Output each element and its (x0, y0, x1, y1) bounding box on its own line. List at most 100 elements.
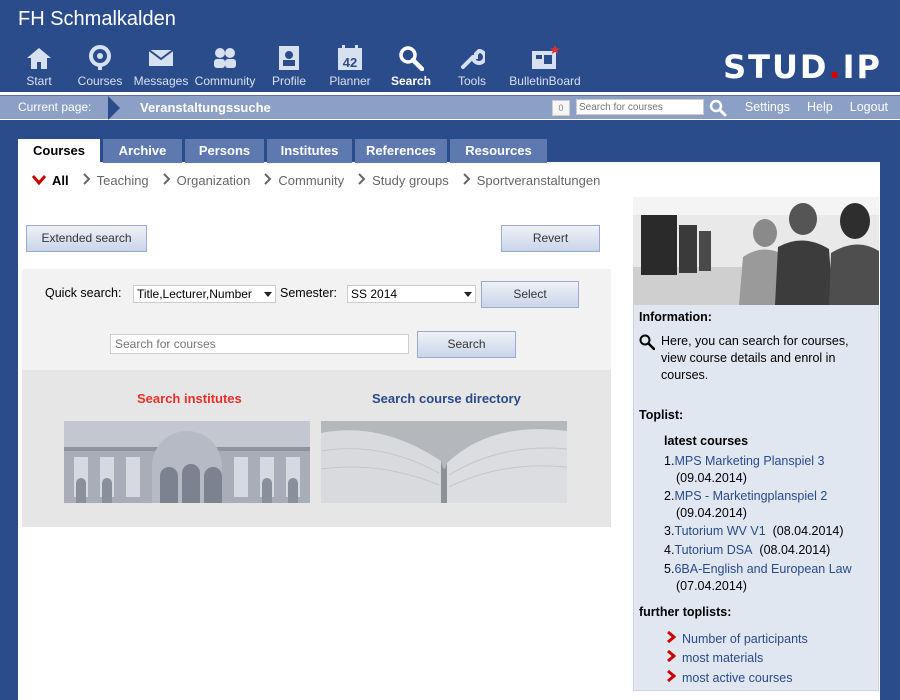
semester-label: Semester: (280, 286, 337, 300)
nav-tools[interactable]: Tools (443, 44, 501, 92)
semester-select[interactable]: SS 2014 (347, 285, 476, 303)
location-bar: Current page: Veranstaltungssuche 0 Sett… (0, 95, 900, 120)
toplist-active-link[interactable]: most active courses (682, 671, 792, 685)
nav-profile[interactable]: Profile (260, 44, 318, 92)
nav-planner-label: Planner (329, 74, 371, 88)
subnav-all[interactable]: All (31, 173, 69, 188)
settings-link[interactable]: Settings (745, 100, 790, 114)
subnav-organization[interactable]: Organization (162, 173, 251, 188)
semester-value: SS 2014 (351, 287, 398, 301)
calendar-icon: 42 (335, 44, 365, 72)
nav-tools-label: Tools (457, 74, 486, 88)
top-links: Settings Help Logout (728, 100, 888, 114)
subnav-organization-label: Organization (176, 173, 251, 188)
toplist-num: 3. (664, 524, 675, 538)
subnav-community[interactable]: Community (264, 173, 344, 188)
chevron-right-icon (358, 173, 366, 188)
magnifier-icon (639, 334, 655, 350)
nav-profile-label: Profile (271, 74, 306, 88)
nav-start[interactable]: Start (10, 44, 68, 92)
extended-search-button[interactable]: Extended search (26, 225, 147, 252)
toplist-course-link[interactable]: Tutorium DSA (674, 543, 752, 557)
nav-planner[interactable]: 42 Planner (321, 44, 379, 92)
tab-persons[interactable]: Persons (185, 139, 264, 163)
toplist-num: 4. (664, 543, 675, 557)
nav-messages[interactable]: Messages (132, 44, 190, 92)
course-search-input[interactable] (110, 334, 409, 354)
toplist-materials-link[interactable]: most materials (682, 651, 763, 665)
site-title: FH Schmalkalden (18, 8, 176, 30)
revert-button[interactable]: Revert (501, 225, 600, 252)
bulletin-icon (530, 44, 560, 72)
chevron-down-icon (31, 173, 47, 188)
search-institutes-link[interactable]: Search institutes (137, 391, 242, 406)
subnav-all-label: All (52, 173, 69, 188)
search-button[interactable]: Search (417, 331, 516, 358)
subnav-sport[interactable]: Sportveranstaltungen (463, 173, 601, 188)
search-icon (396, 44, 426, 72)
people-icon (210, 44, 240, 72)
nav-search[interactable]: Search (382, 44, 440, 92)
subnav-teaching[interactable]: Teaching (82, 173, 149, 188)
toplist-num: 5. (664, 562, 675, 576)
subnav-community-label: Community (278, 173, 345, 188)
breadcrumb-arrow (108, 96, 120, 120)
quick-search-select[interactable]: Title,Lecturer,Number (133, 285, 276, 303)
nav-messages-label: Messages (133, 74, 189, 88)
red-arrow-icon (667, 650, 676, 662)
students-computers-photo (633, 197, 879, 305)
search-directory-link[interactable]: Search course directory (372, 391, 521, 406)
course-directory-book-image[interactable] (321, 421, 567, 503)
toplist-date: (08.04.2014) (772, 524, 844, 538)
calendar-day: 42 (343, 55, 357, 70)
current-page-label: Current page: (18, 100, 92, 114)
toplist-title: Toplist: (639, 408, 684, 422)
profile-icon (274, 44, 304, 72)
wrench-icon (457, 44, 487, 72)
nav-bulletinboard[interactable]: BulletinBoard (504, 44, 586, 92)
quick-search-value: Title,Lecturer,Number (137, 287, 252, 301)
toplist-item: 3.Tutorium WV V1 (08.04.2014) (664, 523, 844, 540)
toplist-num: 1. (664, 454, 675, 468)
logout-link[interactable]: Logout (850, 100, 888, 114)
top-header: FH Schmalkalden Start Courses Messages C… (0, 0, 900, 92)
quicksearch-count: 0 (552, 100, 570, 116)
red-arrow-icon (667, 631, 676, 643)
courses-icon (85, 44, 115, 72)
toplist-participants-link[interactable]: Number of participants (682, 632, 808, 646)
toplist-course-link[interactable]: MPS - Marketingplanspiel 2 (674, 489, 827, 503)
help-link[interactable]: Help (807, 100, 833, 114)
nav-community[interactable]: Community (193, 44, 257, 92)
toplist-date: (07.04.2014) (676, 579, 747, 593)
information-title: Information: (639, 310, 712, 324)
tab-archive[interactable]: Archive (103, 139, 182, 163)
sub-navigation: All Teaching Organization Community Stud… (31, 173, 614, 188)
current-page-title: Veranstaltungssuche (140, 100, 271, 115)
studip-logo: STUD.IP (723, 48, 882, 86)
subnav-sport-label: Sportveranstaltungen (476, 173, 601, 188)
top-search-input[interactable] (576, 99, 704, 115)
tab-resources[interactable]: Resources (450, 139, 547, 163)
tab-references[interactable]: References (355, 139, 447, 163)
chevron-right-icon (264, 173, 272, 188)
toplist-course-link[interactable]: Tutorium WV V1 (674, 524, 765, 538)
tab-bar: Courses Archive Persons Institutes Refer… (18, 139, 550, 163)
chevron-right-icon (82, 173, 91, 188)
institutes-building-image[interactable] (64, 421, 310, 503)
tab-courses[interactable]: Courses (18, 139, 100, 163)
top-search-button[interactable] (709, 99, 727, 117)
main-nav: Start Courses Messages Community Profile (10, 44, 589, 92)
caret-down-icon (264, 292, 272, 297)
toplist-course-link[interactable]: 6BA-English and European Law (674, 562, 851, 576)
tab-institutes[interactable]: Institutes (267, 139, 352, 163)
select-button[interactable]: Select (481, 281, 579, 308)
nav-courses[interactable]: Courses (71, 44, 129, 92)
nav-courses-label: Courses (77, 74, 123, 88)
latest-courses-title: latest courses (664, 434, 749, 448)
toplist-item: 4.Tutorium DSA (08.04.2014) (664, 542, 830, 559)
toplist-course-link[interactable]: MPS Marketing Planspiel 3 (674, 454, 824, 468)
logo-dot: . (828, 48, 843, 86)
subnav-study-groups[interactable]: Study groups (358, 173, 449, 188)
toplist-item: 2.MPS - Marketingplanspiel 2 (09.04.2014… (664, 488, 827, 522)
logo-text-right: IP (842, 48, 882, 86)
